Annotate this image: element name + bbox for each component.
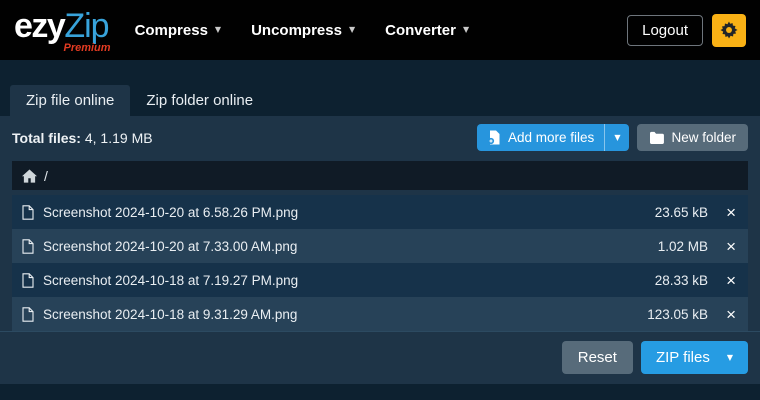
file-row: Screenshot 2024-10-18 at 7.19.27 PM.png …: [12, 263, 748, 297]
premium-badge: Premium: [63, 42, 111, 54]
logo-text-zip: Zip: [64, 7, 109, 45]
breadcrumb: /: [12, 161, 748, 190]
new-folder-button[interactable]: New folder: [637, 124, 748, 151]
file-size: 28.33 kB: [654, 272, 709, 288]
reset-button[interactable]: Reset: [561, 341, 633, 374]
home-icon[interactable]: [22, 168, 37, 183]
zip-panel: Total files: 4, 1.19 MB Add more files ▼…: [0, 116, 760, 384]
file-name: Screenshot 2024-10-20 at 6.58.26 PM.png: [43, 204, 299, 220]
remove-file-icon[interactable]: ×: [724, 272, 738, 289]
logout-button[interactable]: Logout: [627, 14, 703, 46]
zip-files-button[interactable]: ZIP files ▼: [640, 341, 748, 374]
file-icon: [22, 272, 34, 288]
panel-footer: Reset ZIP files ▼: [0, 331, 760, 384]
nav-menus: Compress ▼ Uncompress ▼ Converter ▼: [135, 22, 470, 39]
file-plus-icon: [487, 130, 501, 145]
file-icon: [22, 204, 34, 220]
add-more-files-split-button: Add more files ▼: [477, 124, 630, 151]
navbar: ezyZip Premium Compress ▼ Uncompress ▼ C…: [0, 0, 760, 60]
toolbar: Total files: 4, 1.19 MB Add more files ▼…: [0, 116, 760, 159]
add-more-files-button[interactable]: Add more files: [477, 124, 604, 151]
file-icon: [22, 238, 34, 254]
chevron-down-icon: ▼: [726, 352, 733, 362]
logo-text-ezy: ezy: [14, 7, 66, 45]
file-name: Screenshot 2024-10-20 at 7.33.00 AM.png: [43, 238, 298, 254]
chevron-down-icon: ▼: [614, 132, 621, 142]
file-name: Screenshot 2024-10-18 at 9.31.29 AM.png: [43, 306, 298, 322]
menu-compress[interactable]: Compress ▼: [135, 22, 222, 39]
gear-icon: [720, 21, 738, 39]
ezyzip-logo[interactable]: ezyZip Premium: [14, 7, 111, 54]
remove-file-icon[interactable]: ×: [724, 204, 738, 221]
file-size: 23.65 kB: [654, 204, 709, 220]
chevron-down-icon: ▼: [462, 25, 470, 34]
settings-button[interactable]: [712, 13, 746, 47]
add-more-files-dropdown-toggle[interactable]: ▼: [605, 124, 629, 151]
navbar-right: Logout: [627, 13, 746, 47]
menu-converter[interactable]: Converter ▼: [385, 22, 469, 39]
breadcrumb-path[interactable]: /: [44, 168, 48, 184]
remove-file-icon[interactable]: ×: [724, 306, 738, 323]
file-row: Screenshot 2024-10-20 at 7.33.00 AM.png …: [12, 229, 748, 263]
file-name: Screenshot 2024-10-18 at 7.19.27 PM.png: [43, 272, 299, 288]
tab-bar: Zip file online Zip folder online: [10, 85, 760, 116]
total-files-label: Total files:: [12, 129, 81, 146]
chevron-down-icon: ▼: [214, 25, 222, 34]
file-icon: [22, 306, 34, 322]
add-more-files-label: Add more files: [508, 130, 595, 145]
tab-zip-file-online[interactable]: Zip file online: [10, 85, 131, 116]
toolbar-buttons: Add more files ▼ New folder: [477, 124, 748, 151]
chevron-down-icon: ▼: [348, 25, 356, 34]
remove-file-icon[interactable]: ×: [724, 238, 738, 255]
file-list: Screenshot 2024-10-20 at 6.58.26 PM.png …: [12, 195, 748, 331]
new-folder-label: New folder: [671, 130, 736, 145]
total-files-summary: Total files: 4, 1.19 MB: [12, 130, 153, 146]
menu-uncompress[interactable]: Uncompress ▼: [251, 22, 355, 39]
menu-uncompress-label: Uncompress: [251, 21, 342, 39]
folder-icon: [649, 131, 665, 144]
menu-converter-label: Converter: [385, 21, 456, 39]
menu-compress-label: Compress: [134, 21, 208, 39]
zip-files-label: ZIP files: [655, 349, 710, 366]
file-row: Screenshot 2024-10-18 at 9.31.29 AM.png …: [12, 297, 748, 331]
file-row: Screenshot 2024-10-20 at 6.58.26 PM.png …: [12, 195, 748, 229]
tab-zip-folder-online[interactable]: Zip folder online: [130, 85, 269, 116]
file-size: 1.02 MB: [657, 238, 709, 254]
total-files-value: 4, 1.19 MB: [84, 129, 153, 146]
file-size: 123.05 kB: [647, 306, 709, 322]
